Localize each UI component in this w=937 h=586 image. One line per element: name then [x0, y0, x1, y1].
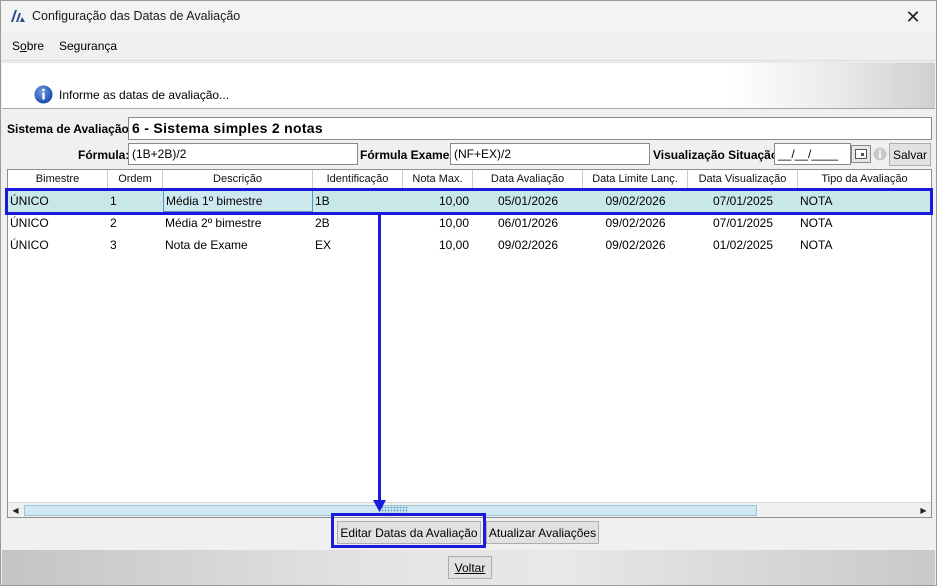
- table-header: Bimestre Ordem Descrição Identificação N…: [8, 170, 931, 189]
- table-row[interactable]: ÚNICO 3 Nota de Exame EX 10,00 09/02/202…: [8, 234, 931, 256]
- close-icon: ✕: [905, 6, 921, 27]
- dialog-window: Configuração das Datas de Avaliação ✕ So…: [0, 0, 937, 586]
- menu-sobre-suffix: bre: [26, 39, 45, 53]
- visualizacao-situacao-date-field[interactable]: __/__/____: [774, 143, 851, 165]
- footer-bar: Voltar: [2, 550, 935, 585]
- cell-ordem[interactable]: 1: [108, 190, 163, 212]
- close-button[interactable]: ✕: [890, 1, 936, 33]
- cell-bimestre[interactable]: ÚNICO: [8, 190, 108, 212]
- scroll-left-button[interactable]: ◀: [8, 503, 23, 517]
- col-header-descricao[interactable]: Descrição: [163, 170, 313, 189]
- cell-data-limite[interactable]: 09/02/2026: [583, 212, 688, 234]
- col-header-ordem[interactable]: Ordem: [108, 170, 163, 189]
- cell-nota-max[interactable]: 10,00: [403, 190, 473, 212]
- cell-identificacao[interactable]: 2B: [313, 212, 403, 234]
- col-header-data-avaliacao[interactable]: Data Avaliação: [473, 170, 583, 189]
- info-message: Informe as datas de avaliação...: [59, 88, 230, 102]
- cell-data-avaliacao[interactable]: 09/02/2026: [473, 234, 583, 256]
- cell-bimestre[interactable]: ÚNICO: [8, 234, 108, 256]
- cell-ordem[interactable]: 2: [108, 212, 163, 234]
- cell-tipo[interactable]: NOTA: [798, 212, 931, 234]
- sistema-avaliacao-field[interactable]: 6 - Sistema simples 2 notas: [128, 117, 932, 140]
- info-panel: Informe as datas de avaliação...: [2, 62, 935, 109]
- voltar-button[interactable]: Voltar: [448, 556, 492, 579]
- cell-data-limite[interactable]: 09/02/2026: [583, 234, 688, 256]
- cell-bimestre[interactable]: ÚNICO: [8, 212, 108, 234]
- salvar-button[interactable]: Salvar: [889, 143, 931, 166]
- cell-identificacao[interactable]: 1B: [313, 190, 403, 212]
- cell-descricao[interactable]: Nota de Exame: [163, 234, 313, 256]
- col-header-data-visualizacao[interactable]: Data Visualização: [688, 170, 798, 189]
- info-small-icon: [873, 147, 887, 161]
- cell-tipo[interactable]: NOTA: [798, 190, 931, 212]
- cell-ordem[interactable]: 3: [108, 234, 163, 256]
- table-row[interactable]: ÚNICO 2 Média 2º bimestre 2B 10,00 06/01…: [8, 212, 931, 234]
- col-header-nota-max[interactable]: Nota Max.: [403, 170, 473, 189]
- menu-seguranca[interactable]: Segurança: [59, 39, 117, 53]
- cell-tipo[interactable]: NOTA: [798, 234, 931, 256]
- formula-exame-field[interactable]: (NF+EX)/2: [450, 143, 650, 165]
- sistema-label: Sistema de Avaliação:: [7, 122, 133, 136]
- cell-data-avaliacao[interactable]: 05/01/2026: [473, 190, 583, 212]
- horizontal-scrollbar[interactable]: ◀ ▶: [8, 502, 931, 517]
- calendar-icon: [855, 149, 867, 159]
- cell-nota-max[interactable]: 10,00: [403, 212, 473, 234]
- app-logo-icon: [11, 10, 25, 22]
- col-header-tipo[interactable]: Tipo da Avaliação: [798, 170, 931, 189]
- menu-sobre-prefix: S: [12, 39, 21, 53]
- cell-descricao[interactable]: Média 1º bimestre: [163, 190, 313, 212]
- visualizacao-situacao-label: Visualização Situação:: [653, 148, 783, 162]
- window-title: Configuração das Datas de Avaliação: [32, 9, 241, 23]
- scroll-right-button[interactable]: ▶: [916, 503, 931, 517]
- cell-nota-max[interactable]: 10,00: [403, 234, 473, 256]
- menu-sobre[interactable]: Sobre: [12, 39, 44, 53]
- cell-data-visualizacao[interactable]: 07/01/2025: [688, 212, 798, 234]
- info-icon: [34, 85, 53, 104]
- cell-data-visualizacao[interactable]: 01/02/2025: [688, 234, 798, 256]
- col-header-data-limite[interactable]: Data Limite Lanç.: [583, 170, 688, 189]
- formula-exame-label: Fórmula Exame:: [360, 148, 454, 162]
- arrow-right-icon: ▶: [920, 505, 927, 515]
- menu-bar: Sobre Segurança: [1, 33, 936, 61]
- annotation-arrow-head-icon: [373, 500, 386, 512]
- cell-data-limite[interactable]: 09/02/2026: [583, 190, 688, 212]
- menu-sobre-mnemonic: o: [20, 39, 27, 53]
- arrow-left-icon: ◀: [12, 505, 19, 515]
- cell-data-avaliacao[interactable]: 06/01/2026: [473, 212, 583, 234]
- voltar-label: Voltar: [454, 560, 486, 575]
- cell-data-visualizacao[interactable]: 07/01/2025: [688, 190, 798, 212]
- avaliacoes-table: Bimestre Ordem Descrição Identificação N…: [7, 169, 932, 518]
- formula-field[interactable]: (1B+2B)/2: [128, 143, 358, 165]
- col-header-bimestre[interactable]: Bimestre: [8, 170, 108, 189]
- table-row[interactable]: ÚNICO 1 Média 1º bimestre 1B 10,00 05/01…: [8, 190, 931, 212]
- col-header-identificacao[interactable]: Identificação: [313, 170, 403, 189]
- formula-label: Fórmula:: [78, 148, 130, 162]
- cell-descricao[interactable]: Média 2º bimestre: [163, 212, 313, 234]
- title-bar: Configuração das Datas de Avaliação ✕: [1, 1, 936, 33]
- cell-identificacao[interactable]: EX: [313, 234, 403, 256]
- editar-datas-button[interactable]: Editar Datas da Avaliação: [337, 521, 481, 544]
- calendar-button[interactable]: [851, 145, 871, 163]
- atualizar-avaliacoes-button[interactable]: Atualizar Avaliações: [486, 521, 599, 544]
